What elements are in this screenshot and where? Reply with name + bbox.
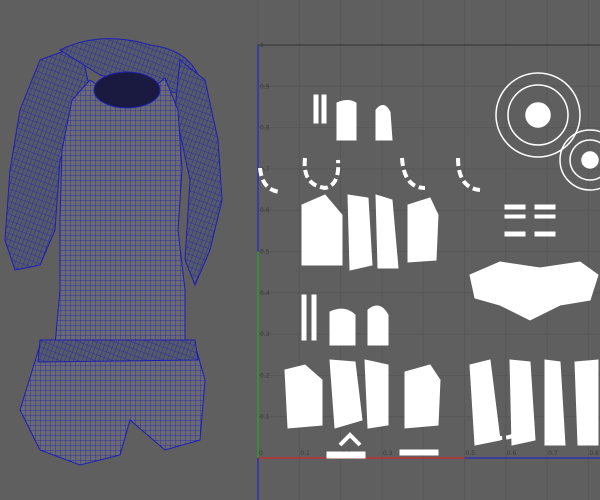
- v-tick-label: 1: [260, 42, 264, 49]
- character-mesh[interactable]: [4, 38, 223, 466]
- wheel-shell-large: [495, 72, 581, 158]
- belt: [37, 339, 199, 363]
- v-tick-label: 0.7: [260, 166, 270, 173]
- u-tick-label: 0.7: [548, 450, 558, 457]
- u-tick-label: 0.4: [424, 450, 434, 457]
- torso: [54, 77, 186, 346]
- uv-shells-right: [469, 72, 600, 446]
- u-tick-label: 0.1: [300, 450, 310, 457]
- v-tick-label: 0.2: [260, 372, 270, 379]
- v-tick-label: 0.8: [260, 125, 270, 132]
- neck-opening: [93, 71, 161, 109]
- v-tick-label: 0.4: [260, 290, 270, 297]
- v-tick-label: 0.3: [260, 331, 270, 338]
- u-tick-label: 0: [259, 450, 263, 457]
- uv-tick-labels: 0 0.1 0.2 0.3 0.4 0.5 0.6 0.7 0.8 0.1 0.2 0.3 0.4 0.5…: [259, 42, 599, 457]
- v-tick-label: 0.5: [260, 249, 270, 256]
- uv-grid: [257, 0, 600, 500]
- wheel-shell-small: [559, 129, 600, 191]
- uv-axes: [257, 44, 600, 500]
- shorts: [19, 344, 206, 466]
- v-tick-label: 0.6: [260, 207, 270, 214]
- 3d-viewport[interactable]: [0, 0, 250, 500]
- u-tick-label: 0.8: [589, 450, 599, 457]
- uv-shells[interactable]: [258, 72, 600, 459]
- uv-shells-top-left: [258, 94, 481, 459]
- u-tick-label: 0.3: [383, 450, 393, 457]
- v-tick-label: 0.1: [260, 414, 270, 421]
- u-tick-label: 0.6: [507, 450, 517, 457]
- u-tick-label: 0.2: [342, 450, 352, 457]
- u-tick-label: 0.5: [466, 450, 476, 457]
- v-tick-label: 0.9: [260, 83, 270, 90]
